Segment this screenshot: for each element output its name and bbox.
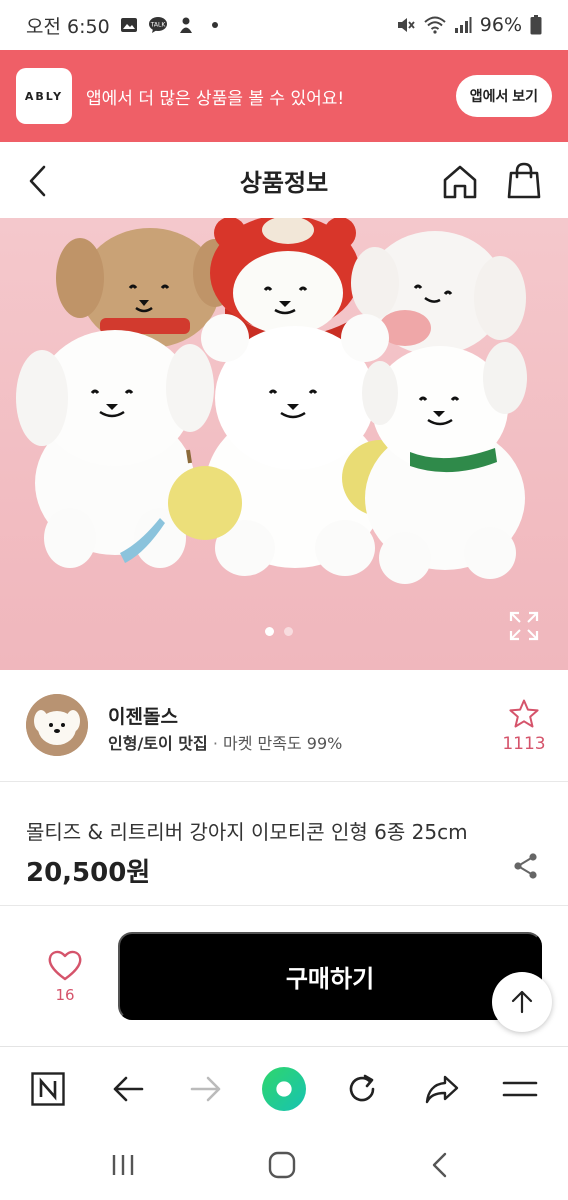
product-image[interactable] [0,218,568,670]
white-dog-right-plush [362,342,527,584]
gallery-dot-active[interactable] [265,627,274,636]
reload-button[interactable] [340,1067,384,1111]
seller-avatar[interactable] [26,694,88,756]
browser-share-button[interactable] [420,1067,464,1111]
back-button[interactable] [24,164,54,198]
favorite-seller-button[interactable] [508,698,540,730]
status-bar: 오전 6:50 TALK 96% [0,0,568,50]
browser-back-button[interactable] [106,1067,150,1111]
product-name: 몰티즈 & 리트리버 강아지 이모티콘 인형 6종 25cm [26,820,468,844]
seller-favorite-count: 1113 [502,734,546,754]
arrow-right-icon [190,1076,221,1102]
home-icon [443,165,477,199]
seller-section[interactable]: 이젠돌스 인형/토이 맛집 · 마켓 만족도 99% 1113 [0,670,568,782]
arrow-left-icon [113,1076,144,1102]
status-time: 오전 6:50 [26,15,110,38]
like-count: 16 [55,986,75,1004]
naver-green-dot-button[interactable] [262,1067,306,1111]
battery-icon [530,15,542,35]
page-title: 상품정보 [239,168,329,197]
home-nav-icon [268,1151,296,1179]
browser-forward-button[interactable] [184,1067,228,1111]
svg-text:TALK: TALK [149,22,166,29]
wifi-icon [424,16,446,34]
arrow-up-icon [511,990,533,1014]
plush-dolls-illustration [16,218,527,584]
recent-apps-button[interactable] [103,1148,143,1182]
green-dot-icon [262,1067,306,1111]
expand-icon [509,611,539,641]
chevron-left-icon [29,165,46,197]
signal-icon [454,17,472,33]
more-notifications-dot [211,22,218,28]
home-nav-button[interactable] [262,1148,302,1182]
seller-meta: 인형/토이 맛집 · 마켓 만족도 99% [108,730,342,754]
product-info: 몰티즈 & 리트리버 강아지 이모티콘 인형 6종 25cm 20,500원 [0,782,568,906]
forward-share-icon [425,1075,459,1104]
recent-apps-icon [112,1155,134,1175]
home-button[interactable] [440,162,480,202]
app-notification-icon [179,17,192,33]
naver-home-button[interactable] [26,1067,70,1111]
talk-notification-icon: TALK [148,17,167,33]
browser-menu-button[interactable] [498,1067,542,1111]
star-icon [509,699,539,728]
buy-button[interactable]: 구매하기 [118,932,542,1020]
reload-icon [349,1074,375,1102]
purchase-bar: 16 구매하기 [0,906,568,1044]
shopping-bag-icon [507,162,541,199]
share-button[interactable] [512,852,540,880]
open-in-app-button[interactable]: 앱에서 보기 [455,75,552,117]
battery-percent: 96% [479,14,522,36]
gallery-pagination [265,627,293,636]
back-nav-button[interactable] [420,1148,460,1182]
browser-toolbar [0,1046,568,1130]
app-install-banner: ABLY 앱에서 더 많은 상품을 볼 수 있어요! 앱에서 보기 [0,50,568,142]
mute-icon [397,18,415,32]
market-satisfaction: 마켓 만족도 99% [223,734,343,753]
page-header: 상품정보 [0,142,568,218]
back-nav-icon [432,1152,447,1178]
banner-message: 앱에서 더 많은 상품을 볼 수 있어요! [86,88,345,109]
seller-logo-icon [26,694,88,756]
scroll-to-top-button[interactable] [492,972,552,1032]
product-price: 20,500원 [26,858,151,888]
like-button[interactable] [44,948,86,1018]
fullscreen-button[interactable] [508,610,540,642]
gallery-notification-icon [120,18,137,32]
naver-n-icon [31,1072,65,1106]
menu-icon [502,1081,538,1097]
share-icon [514,853,537,879]
seller-name[interactable]: 이젠돌스 [108,702,178,729]
gallery-dot[interactable] [284,627,293,636]
system-navigation-bar [0,1130,568,1200]
cart-button[interactable] [504,160,544,200]
meta-separator: · [207,734,223,753]
ably-logo: ABLY [16,68,72,124]
heart-icon [48,950,82,981]
seller-category: 인형/토이 맛집 [108,734,208,753]
